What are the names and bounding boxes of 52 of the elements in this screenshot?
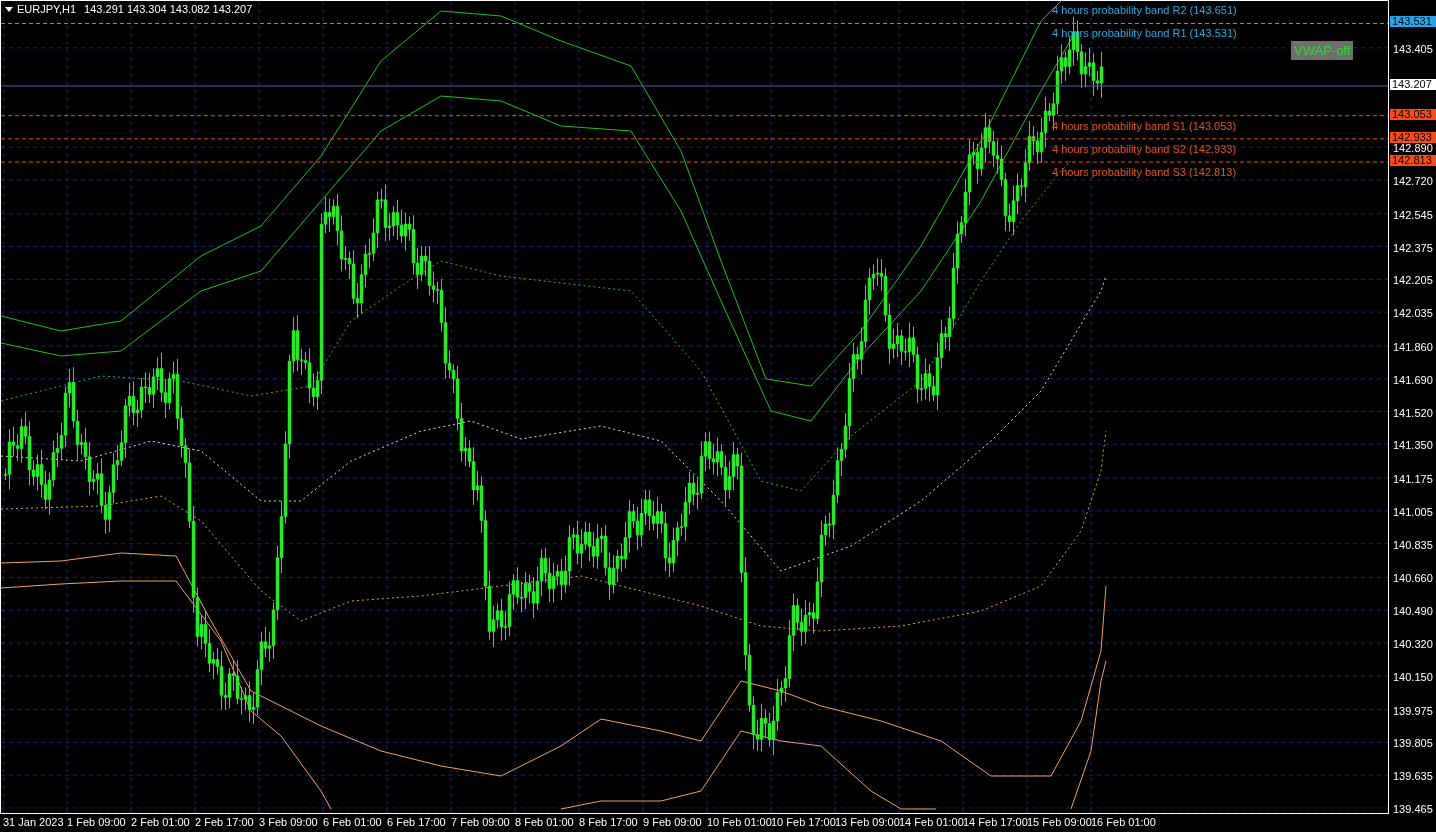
time-tick-label: 10 Feb 17:00 <box>771 816 836 828</box>
time-tick-label: 9 Feb 09:00 <box>643 816 702 828</box>
price-tick-label: 141.690 <box>1393 373 1433 386</box>
price-tick-label: 140.660 <box>1393 572 1433 585</box>
band-label: 4 hours probability band S2 (142.933) <box>1052 142 1237 155</box>
band-label: 4 hours probability band S3 (142.813) <box>1052 166 1237 178</box>
time-tick-label: 15 Feb 09:00 <box>1027 816 1092 828</box>
price-tag: 142.813 <box>1390 155 1436 166</box>
time-tick-label: 2 Feb 17:00 <box>195 816 254 828</box>
price-tick-label: 139.635 <box>1393 770 1433 783</box>
price-tick-label: 141.350 <box>1393 439 1433 452</box>
price-tick-label: 142.720 <box>1393 174 1433 187</box>
price-tick-label: 140.835 <box>1393 538 1433 551</box>
time-tick-label: 14 Feb 17:00 <box>963 816 1028 828</box>
price-tick-label: 139.805 <box>1393 737 1433 750</box>
price-tick-label: 140.150 <box>1393 670 1433 683</box>
price-tick-label: 141.860 <box>1393 340 1433 353</box>
price-tag: 142.933 <box>1390 131 1436 143</box>
time-tick-label: 2 Feb 01:00 <box>131 816 190 828</box>
price-tick-label: 139.975 <box>1393 704 1433 717</box>
time-tick-label: 7 Feb 09:00 <box>451 816 510 828</box>
symbol-label: EURJPY,H1 <box>17 3 77 15</box>
price-tick-label: 141.175 <box>1393 473 1433 486</box>
time-tick-label: 8 Feb 17:00 <box>579 816 638 828</box>
price-tick-label: 143.405 <box>1393 42 1433 55</box>
time-tick-label: 6 Feb 01:00 <box>323 816 382 828</box>
time-tick-label: 14 Feb 01:00 <box>899 816 964 828</box>
price-tick-label: 142.205 <box>1393 274 1433 287</box>
price-tick-label: 139.465 <box>1393 803 1433 815</box>
time-tick-label: 3 Feb 09:00 <box>259 816 318 828</box>
time-tick-label: 10 Feb 01:00 <box>707 816 772 828</box>
price-tick-label: 140.490 <box>1393 605 1433 618</box>
price-tick-label: 142.890 <box>1393 142 1433 155</box>
price-tag: 143.053 <box>1390 108 1436 120</box>
ohlc-values: 143.291 143.304 143.082 143.207 <box>84 3 253 15</box>
price-tick-label: 140.320 <box>1393 638 1433 651</box>
price-tick-label: 141.520 <box>1393 406 1433 419</box>
price-tick-label: 142.375 <box>1393 241 1433 254</box>
time-tick-label: 16 Feb 01:00 <box>1091 816 1156 828</box>
price-tag: 143.531 <box>1390 16 1436 28</box>
time-tick-label: 6 Feb 17:00 <box>387 816 446 828</box>
price-tick-label: 142.035 <box>1393 307 1433 320</box>
time-tick-label: 1 Feb 09:00 <box>67 816 126 828</box>
price-tag: 143.207 <box>1390 79 1436 90</box>
time-tick-label: 13 Feb 09:00 <box>835 816 900 828</box>
time-tick-label: 8 Feb 01:00 <box>515 816 574 828</box>
dropdown-triangle-icon[interactable] <box>5 6 13 12</box>
band-label: 4 hours probability band R2 (143.651) <box>1052 4 1237 17</box>
time-tick-label: 31 Jan 2023 <box>3 816 64 828</box>
vwap-toggle-button[interactable]: VWAP-off <box>1291 41 1354 60</box>
price-tick-label: 142.545 <box>1393 208 1433 221</box>
price-tick-label: 141.005 <box>1393 505 1433 518</box>
